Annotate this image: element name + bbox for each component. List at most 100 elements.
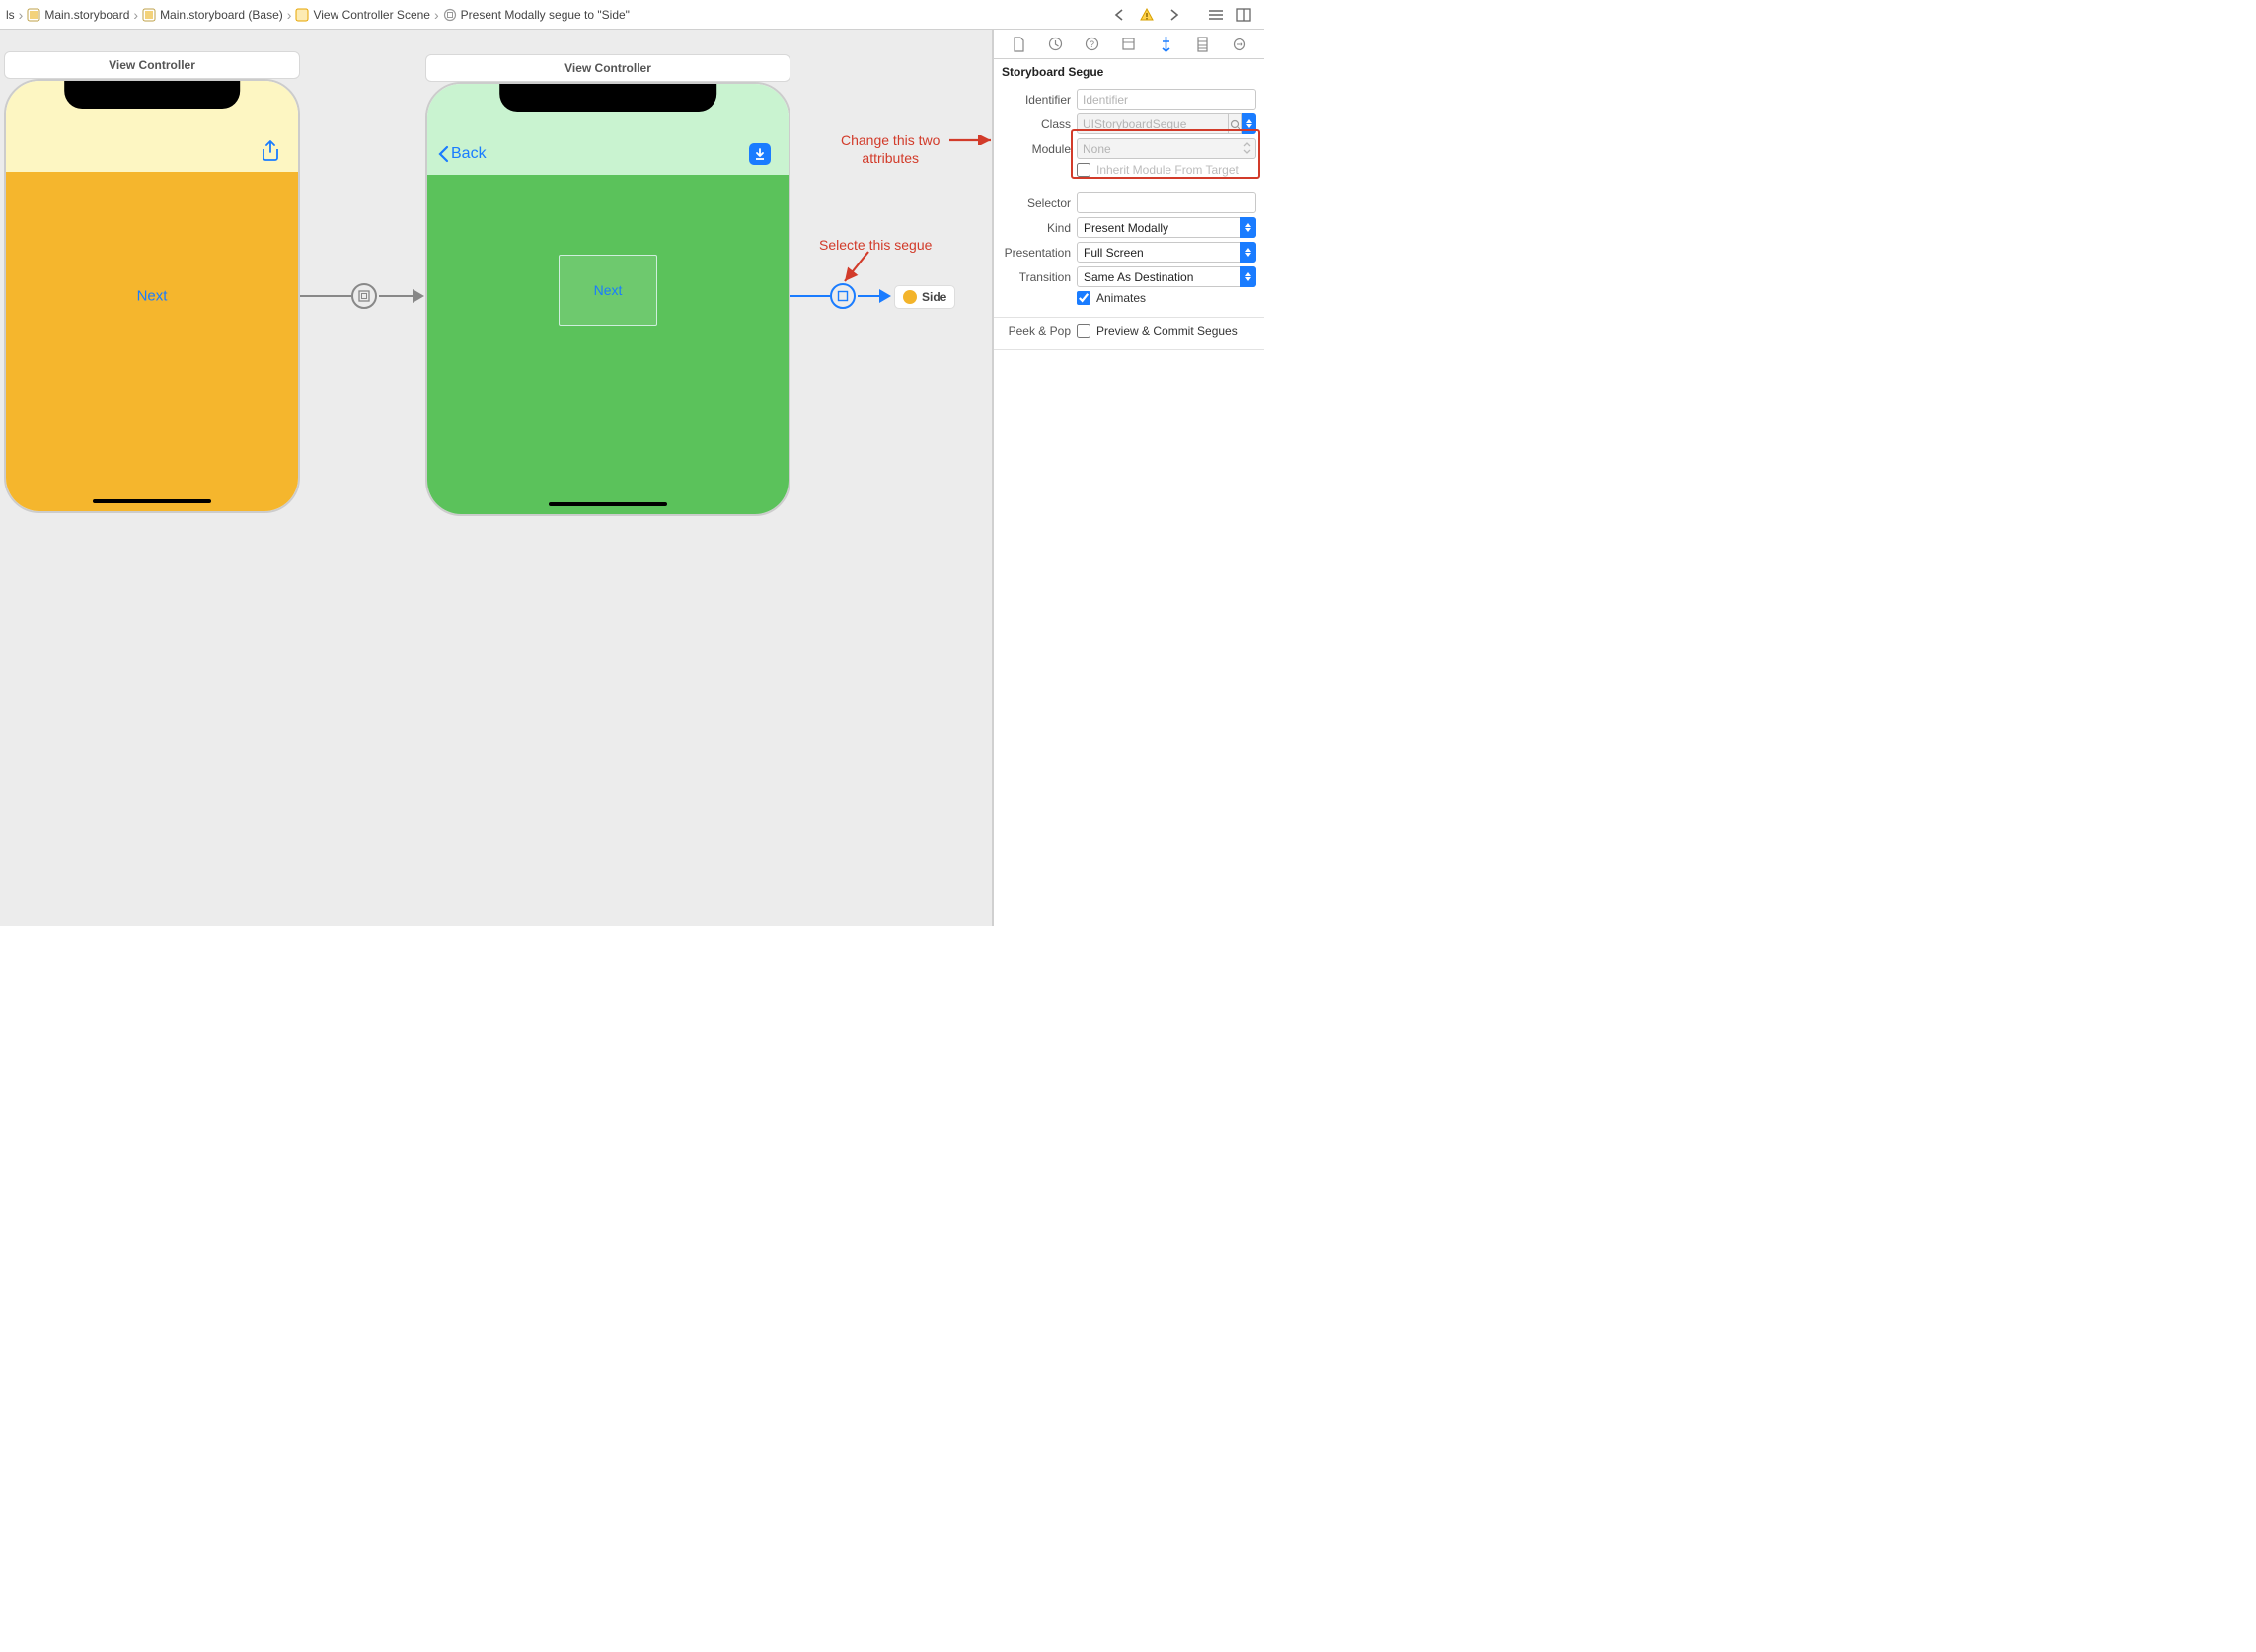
kind-label: Kind [1002, 221, 1071, 235]
next-button-label: Next [137, 288, 168, 305]
container-next-label: Next [594, 282, 623, 298]
phone-notch [499, 84, 716, 112]
history-forward-button[interactable] [1164, 4, 1185, 26]
segue-icon [443, 8, 457, 22]
inspector-tabs: ? [994, 30, 1264, 59]
class-label: Class [1002, 117, 1071, 131]
select-stepper-icon [1240, 217, 1256, 238]
back-button-label: Back [451, 145, 487, 163]
inherit-module-checkbox[interactable] [1077, 163, 1090, 177]
assistant-toggle-button[interactable] [1233, 4, 1254, 26]
container-view[interactable]: Next [559, 255, 657, 326]
presentation-select[interactable]: Full Screen [1077, 242, 1256, 263]
breadcrumb-item[interactable]: Main.storyboard (Base) [142, 8, 283, 22]
annotation-arrow-icon [839, 250, 878, 289]
preview-commit-checkbox[interactable] [1077, 324, 1090, 338]
storyboard-ref-icon [903, 290, 917, 304]
svg-text:?: ? [1090, 39, 1094, 49]
breadcrumb: ls › Main.storyboard › Main.storyboard (… [6, 7, 1108, 23]
scene-icon [295, 8, 309, 22]
identifier-label: Identifier [1002, 93, 1071, 107]
inspector-section-title: Storyboard Segue [994, 59, 1264, 83]
module-label: Module [1002, 142, 1071, 156]
annotation-change-attributes: Change this two attributes [841, 131, 940, 167]
selector-input[interactable] [1077, 192, 1256, 213]
size-inspector-tab[interactable] [1192, 34, 1214, 55]
segue-node-icon[interactable] [351, 283, 377, 309]
segue-connector-selected[interactable] [858, 295, 879, 297]
scene-title-bar[interactable]: View Controller [4, 51, 300, 79]
kind-select-value: Present Modally [1084, 221, 1168, 235]
history-back-button[interactable] [1108, 4, 1130, 26]
storyboard-file-icon [27, 8, 40, 22]
select-stepper-icon [1240, 266, 1256, 287]
chevron-right-icon: › [287, 7, 292, 23]
next-button[interactable]: Next [137, 288, 168, 305]
module-select[interactable] [1077, 138, 1256, 159]
phone-mockup-1[interactable]: Next [4, 79, 300, 513]
presentation-select-value: Full Screen [1084, 246, 1144, 260]
chevron-right-icon: › [133, 7, 138, 23]
download-icon[interactable] [749, 143, 771, 165]
side-reference-label: Side [922, 290, 946, 304]
editor-top-bar: ls › Main.storyboard › Main.storyboard (… [0, 0, 1264, 30]
breadcrumb-item[interactable]: Main.storyboard [27, 8, 129, 22]
animates-checkbox[interactable] [1077, 291, 1090, 305]
breadcrumb-label: View Controller Scene [313, 8, 430, 22]
file-inspector-tab[interactable] [1008, 34, 1029, 55]
phone-notch [64, 81, 240, 109]
breadcrumb-label: Main.storyboard [44, 8, 129, 22]
share-icon[interactable] [261, 140, 280, 165]
chevron-right-icon: › [19, 7, 24, 23]
back-button[interactable]: Back [437, 145, 487, 163]
class-stepper-icon[interactable] [1242, 113, 1256, 134]
side-reference-chip[interactable]: Side [894, 285, 955, 309]
selector-label: Selector [1002, 196, 1071, 210]
connections-inspector-tab[interactable] [1229, 34, 1250, 55]
segue-connector-selected[interactable] [790, 295, 830, 297]
breadcrumb-label: ls [6, 8, 15, 22]
kind-select[interactable]: Present Modally [1077, 217, 1256, 238]
chevron-right-icon: › [434, 7, 439, 23]
segue-arrowhead-icon [413, 289, 424, 303]
home-indicator [93, 499, 211, 503]
breadcrumb-item[interactable]: ls [6, 8, 15, 22]
preview-commit-label: Preview & Commit Segues [1096, 324, 1238, 338]
breadcrumb-item[interactable]: View Controller Scene [295, 8, 430, 22]
warning-icon[interactable] [1136, 4, 1158, 26]
transition-label: Transition [1002, 270, 1071, 284]
class-input[interactable] [1077, 113, 1229, 134]
transition-select[interactable]: Same As Destination [1077, 266, 1256, 287]
interface-builder-canvas[interactable]: View Controller Next View Controller [0, 30, 993, 926]
toolbar-right [1108, 4, 1258, 26]
inspector-panel: ? Storyboard Segue Identifier Class [993, 30, 1264, 926]
segue-connector[interactable] [300, 295, 351, 297]
home-indicator [549, 502, 667, 506]
select-stepper-icon [1240, 242, 1256, 263]
outline-toggle-button[interactable] [1205, 4, 1227, 26]
storyboard-file-icon [142, 8, 156, 22]
inherit-module-label: Inherit Module From Target [1096, 163, 1239, 177]
scene-title-bar[interactable]: View Controller [425, 54, 790, 82]
transition-select-value: Same As Destination [1084, 270, 1193, 284]
identity-inspector-tab[interactable] [1118, 34, 1140, 55]
inspector-body: Identifier Class Module [994, 83, 1264, 318]
chevron-down-icon [1242, 141, 1252, 158]
scene-title-label: View Controller [109, 58, 195, 72]
segue-arrowhead-selected-icon [879, 289, 891, 303]
attributes-inspector-tab[interactable] [1155, 34, 1176, 55]
scene-title-label: View Controller [564, 61, 651, 75]
peek-pop-label: Peek & Pop [1002, 324, 1071, 338]
presentation-label: Presentation [1002, 246, 1071, 260]
breadcrumb-label: Main.storyboard (Base) [160, 8, 283, 22]
help-inspector-tab[interactable]: ? [1082, 34, 1103, 55]
breadcrumb-label: Present Modally segue to "Side" [461, 8, 630, 22]
history-inspector-tab[interactable] [1044, 34, 1066, 55]
segue-connector[interactable] [379, 295, 413, 297]
phone-mockup-2[interactable]: Back Next [425, 82, 790, 516]
annotation-arrow-icon [949, 135, 993, 145]
class-dropdown-extra[interactable] [1229, 113, 1242, 134]
breadcrumb-item[interactable]: Present Modally segue to "Side" [443, 8, 630, 22]
animates-label: Animates [1096, 291, 1146, 305]
identifier-input[interactable] [1077, 89, 1256, 110]
